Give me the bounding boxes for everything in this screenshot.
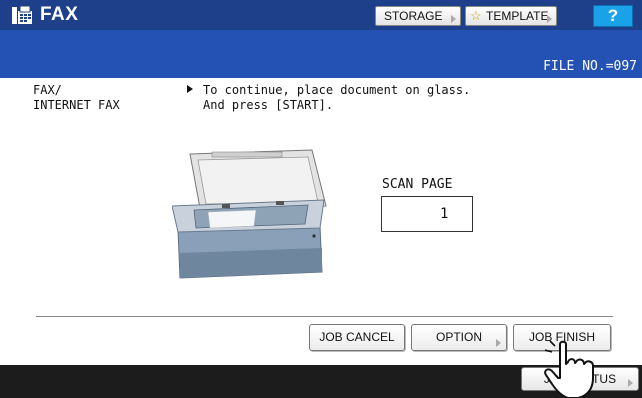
scan-page-label: SCAN PAGE — [382, 177, 453, 192]
scan-page-box — [381, 196, 473, 232]
template-button-label: TEMPLATE — [486, 9, 549, 23]
star-icon: ☆ — [470, 8, 482, 23]
template-button[interactable]: ☆ TEMPLATE — [465, 6, 557, 26]
option-button-label: OPTION — [435, 330, 482, 344]
app-title: FAX — [40, 4, 79, 25]
submenu-arrow-icon — [496, 339, 501, 347]
scan-page-count: 1 — [440, 206, 449, 222]
submenu-arrow-icon — [628, 379, 633, 387]
storage-button[interactable]: STORAGE — [375, 6, 461, 26]
instruction-message: To continue, place document on glass. An… — [203, 83, 471, 112]
job-cancel-button[interactable]: JOB CANCEL — [309, 324, 405, 351]
option-button[interactable]: OPTION — [411, 324, 507, 351]
message-pointer-icon — [187, 85, 193, 93]
divider — [36, 316, 613, 317]
fax-machine-icon — [12, 5, 32, 24]
mode-label: FAX/ INTERNET FAX — [33, 83, 120, 112]
submenu-arrow-icon — [547, 15, 552, 23]
file-number: FILE NO.=097 — [543, 59, 637, 74]
pointing-hand-icon — [544, 340, 594, 398]
help-button[interactable]: ? — [593, 5, 633, 27]
storage-button-label: STORAGE — [384, 9, 443, 23]
submenu-arrow-icon — [451, 15, 456, 23]
scanner-glass-illustration — [172, 149, 327, 279]
